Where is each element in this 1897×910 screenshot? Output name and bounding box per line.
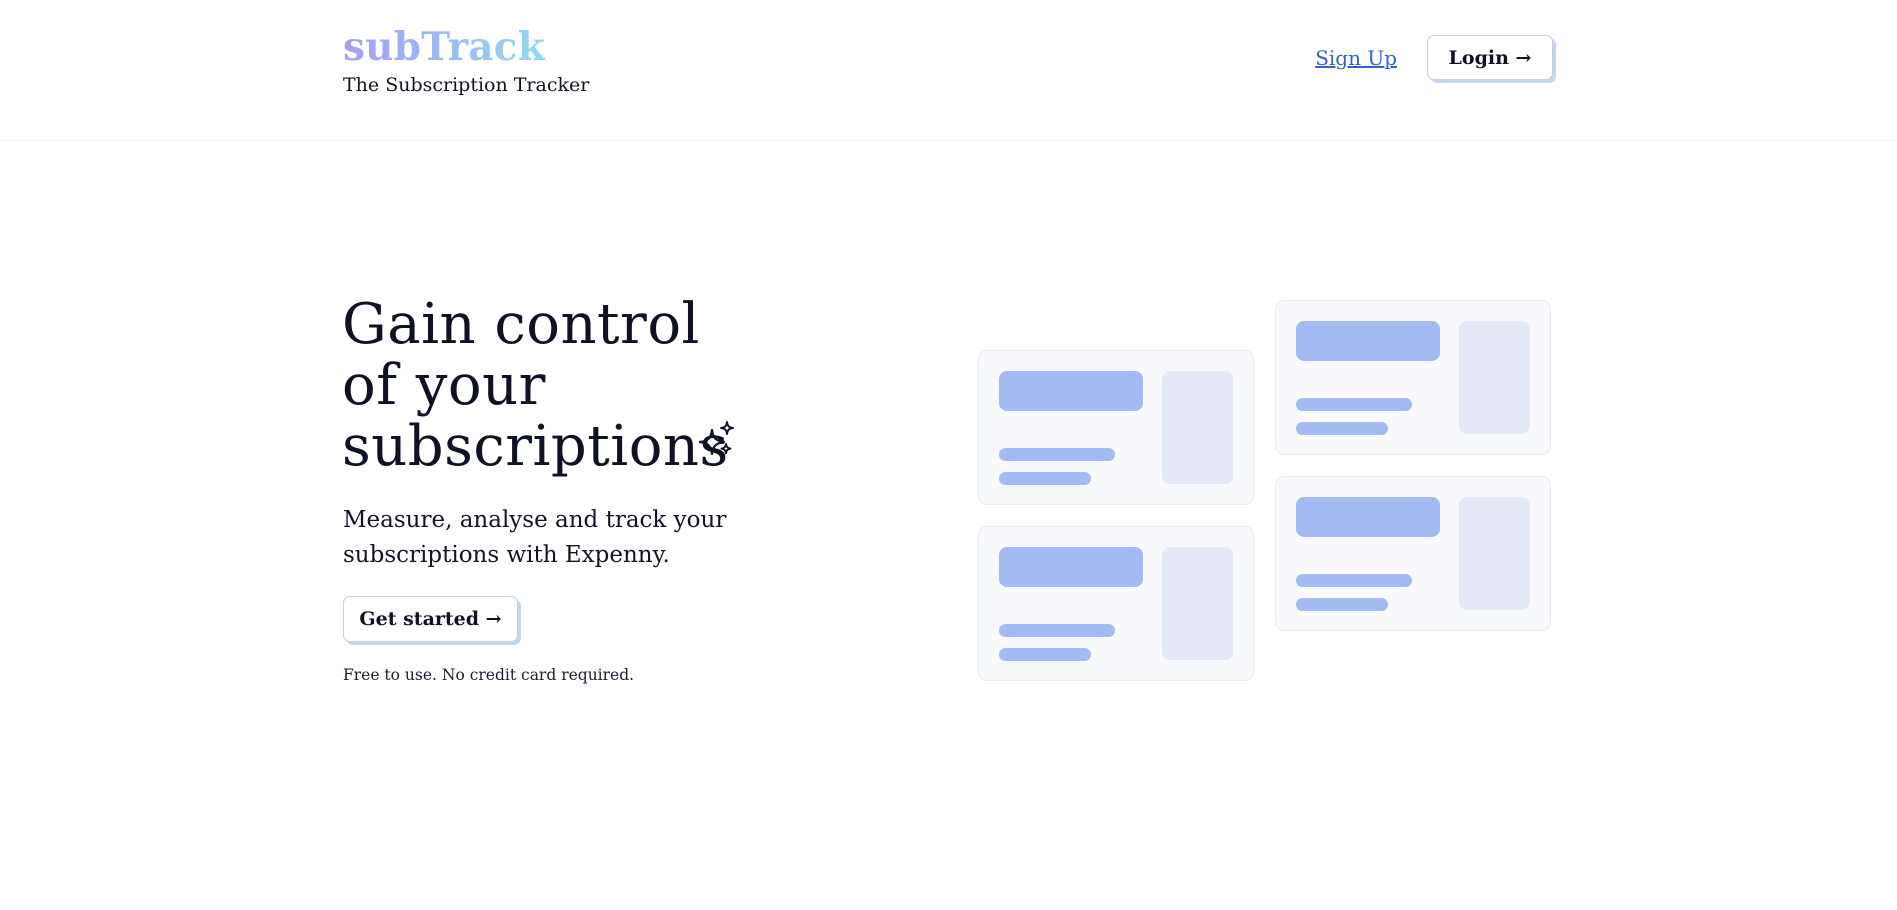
signup-link[interactable]: Sign Up: [1315, 46, 1397, 70]
sparkles-icon: [698, 421, 734, 456]
hero-title-line-2: of your: [342, 353, 546, 418]
placeholder-card: [978, 350, 1254, 505]
hero-title: Gain control of your subscriptions: [342, 294, 729, 477]
card-line-placeholder: [999, 648, 1091, 661]
brand-tagline: The Subscription Tracker: [343, 74, 590, 96]
placeholder-card: [978, 526, 1254, 681]
brand: subTrack The Subscription Tracker: [343, 22, 589, 97]
card-title-placeholder: [999, 547, 1143, 587]
card-line-placeholder: [1296, 398, 1412, 411]
header-nav: Sign Up Login →: [1315, 35, 1553, 80]
login-button[interactable]: Login →: [1427, 35, 1553, 80]
card-side-placeholder: [1162, 371, 1233, 484]
card-title-placeholder: [999, 371, 1143, 411]
card-line-placeholder: [999, 448, 1115, 461]
hero-title-line-3: subscriptions: [342, 414, 729, 479]
card-line-placeholder: [999, 472, 1091, 485]
brand-logo[interactable]: subTrack: [343, 22, 589, 72]
placeholder-card: [1275, 300, 1551, 455]
card-line-placeholder: [1296, 574, 1412, 587]
card-title-placeholder: [1296, 497, 1440, 537]
get-started-button[interactable]: Get started →: [343, 596, 518, 642]
hero-title-line-1: Gain control: [342, 292, 700, 357]
hero-subtitle: Measure, analyse and track your subscrip…: [343, 507, 727, 568]
card-title-placeholder: [1296, 321, 1440, 361]
card-side-placeholder: [1459, 321, 1530, 434]
pricing-note: Free to use. No credit card required.: [343, 666, 635, 684]
site-header: subTrack The Subscription Tracker Sign U…: [0, 0, 1897, 141]
card-line-placeholder: [1296, 422, 1388, 435]
card-line-placeholder: [999, 624, 1115, 637]
placeholder-card: [1275, 476, 1551, 631]
card-line-placeholder: [1296, 598, 1388, 611]
card-side-placeholder: [1459, 497, 1530, 610]
card-side-placeholder: [1162, 547, 1233, 660]
